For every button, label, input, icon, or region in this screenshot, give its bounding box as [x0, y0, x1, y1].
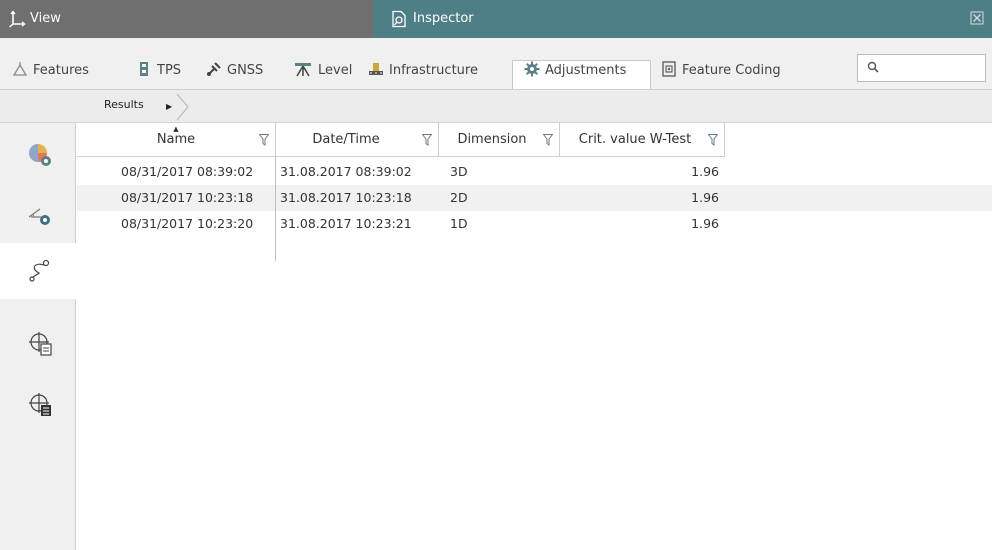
tps-icon	[140, 62, 148, 76]
tab-feature-coding-label: Feature Coding	[682, 63, 781, 78]
column-header-crit-value[interactable]: Crit. value W-Test	[560, 123, 725, 157]
tab-level[interactable]: Level	[293, 56, 352, 86]
cell-name: 08/31/2017 08:39:02	[121, 164, 254, 179]
cell-dimension: 3D	[450, 164, 468, 179]
tab-tps-label: TPS	[157, 63, 182, 78]
column-header-name[interactable]: ▲ Name	[77, 123, 276, 157]
title-bar: View Inspector	[0, 0, 992, 38]
column-header-datetime[interactable]: Date/Time	[276, 123, 439, 157]
column-header-dimension[interactable]: Dimension	[439, 123, 560, 157]
view-title: View	[30, 11, 61, 26]
side-toolbar	[0, 123, 76, 550]
sidebar-item-measurement-settings[interactable]	[0, 187, 76, 243]
column-header-datetime-label: Date/Time	[312, 132, 380, 147]
tab-feature-coding[interactable]: Feature Coding	[661, 56, 781, 86]
column-header-crit-value-label: Crit. value W-Test	[578, 132, 692, 147]
axis-icon	[9, 10, 26, 28]
table-row[interactable]: 08/31/2017 08:39:02 31.08.2017 08:39:02 …	[77, 159, 992, 185]
close-icon[interactable]	[968, 9, 986, 27]
tab-adjustments[interactable]: Adjustments	[524, 56, 626, 86]
level-icon	[295, 63, 311, 77]
crosshair-doc-icon	[29, 332, 52, 356]
breadcrumb: Results ▶	[0, 90, 992, 123]
search-box[interactable]	[857, 54, 986, 82]
view-panel-header[interactable]: View	[0, 0, 373, 38]
table-row[interactable]: 08/31/2017 10:23:18 31.08.2017 10:23:18 …	[77, 185, 992, 211]
column-header-dimension-label: Dimension	[457, 132, 527, 147]
tab-gnss[interactable]: GNSS	[206, 56, 263, 86]
breadcrumb-chevron-icon	[176, 93, 189, 121]
features-icon	[12, 62, 28, 76]
network-icon	[29, 259, 50, 282]
tab-gnss-label: GNSS	[227, 63, 264, 78]
cell-name: 08/31/2017 10:23:20	[121, 216, 254, 231]
tab-infrastructure[interactable]: Infrastructure	[368, 56, 478, 86]
gear-icon	[524, 61, 540, 77]
infrastructure-icon	[369, 63, 383, 75]
column-divider	[275, 157, 276, 261]
tab-tps[interactable]: TPS	[136, 56, 181, 86]
cell-datetime: 31.08.2017 10:23:21	[280, 216, 412, 231]
filter-icon[interactable]	[422, 134, 432, 146]
feature-coding-icon	[662, 61, 676, 77]
results-table: ▲ Name Date/Time Dimension Crit. value W…	[77, 123, 992, 550]
search-input[interactable]	[886, 58, 985, 80]
tab-adjustments-label: Adjustments	[545, 63, 627, 78]
cell-datetime: 31.08.2017 08:39:02	[280, 164, 412, 179]
cell-dimension: 1D	[450, 216, 468, 231]
crosshair-list-icon	[29, 393, 51, 416]
table-row[interactable]: 08/31/2017 10:23:20 31.08.2017 10:23:21 …	[77, 211, 992, 237]
tab-infrastructure-label: Infrastructure	[389, 63, 478, 78]
search-icon	[867, 61, 879, 73]
filter-icon[interactable]	[543, 134, 553, 146]
inspector-title: Inspector	[413, 11, 474, 26]
tab-level-label: Level	[318, 63, 353, 78]
gnss-icon	[207, 62, 221, 76]
measure-settings-icon	[28, 208, 50, 225]
inspector-icon	[392, 10, 406, 28]
cell-crit-value: 1.96	[691, 190, 719, 205]
sidebar-item-point-document[interactable]	[0, 315, 76, 371]
sort-ascending-icon: ▲	[173, 125, 179, 133]
column-header-name-label: Name	[156, 132, 196, 147]
cell-crit-value: 1.96	[691, 164, 719, 179]
cell-dimension: 2D	[450, 190, 468, 205]
tab-features[interactable]: Features	[12, 56, 89, 86]
tab-features-label: Features	[33, 63, 89, 78]
sidebar-item-point-list[interactable]	[0, 376, 76, 432]
breadcrumb-results[interactable]: Results	[104, 98, 144, 111]
sidebar-item-network[interactable]	[0, 243, 76, 299]
inspector-panel-header[interactable]: Inspector	[373, 0, 992, 38]
cell-crit-value: 1.96	[691, 216, 719, 231]
cell-datetime: 31.08.2017 10:23:18	[280, 190, 412, 205]
chart-settings-icon	[29, 144, 51, 166]
cell-name: 08/31/2017 10:23:18	[121, 190, 254, 205]
sidebar-item-statistics[interactable]	[0, 127, 76, 183]
filter-icon[interactable]	[259, 134, 269, 146]
filter-icon[interactable]	[708, 134, 718, 146]
breadcrumb-dropdown-icon[interactable]: ▶	[166, 102, 172, 111]
